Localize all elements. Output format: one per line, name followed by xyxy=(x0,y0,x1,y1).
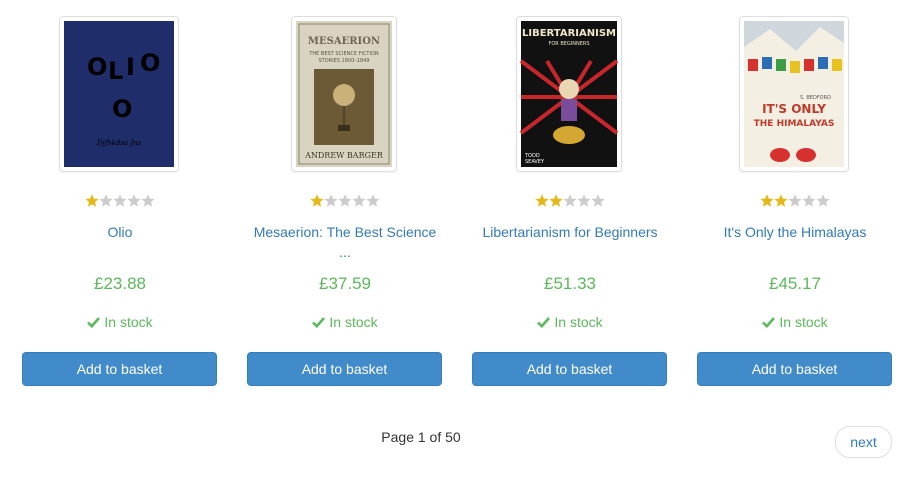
svg-text:MESAERION: MESAERION xyxy=(308,36,380,47)
svg-text:FOR BEGINNERS: FOR BEGINNERS xyxy=(548,41,589,47)
product-card: LIBERTARIANISM FOR BEGINNERS TODD SEAVEY… xyxy=(472,0,668,400)
svg-text:IT'S ONLY: IT'S ONLY xyxy=(762,102,826,116)
pagination-current: Page 1 of 50 xyxy=(381,429,461,445)
star-icon xyxy=(590,193,606,209)
star-rating xyxy=(22,193,218,209)
star-rating xyxy=(472,193,668,209)
availability-text: In stock xyxy=(104,314,153,330)
product-thumbnail[interactable]: O L I O O Djfhkdsa Jns xyxy=(59,16,179,172)
availability-text: In stock xyxy=(329,314,378,330)
availability: In stock xyxy=(247,313,443,331)
add-to-basket-button[interactable]: Add to basket xyxy=(697,352,892,386)
product-title-link[interactable]: Mesaerion: The Best Science ... xyxy=(247,222,443,262)
star-icon xyxy=(815,193,831,209)
product-card: S. BEDFORD IT'S ONLY THE HIMALAYAS It's … xyxy=(697,0,893,400)
star-icon xyxy=(365,193,381,209)
product-price: £45.17 xyxy=(769,274,821,293)
product-card: MESAERION THE BEST SCIENCE FICTION STORI… xyxy=(247,0,443,400)
availability: In stock xyxy=(472,313,668,331)
product-price: £51.33 xyxy=(544,274,596,293)
availability-text: In stock xyxy=(554,314,603,330)
product-thumbnail[interactable]: LIBERTARIANISM FOR BEGINNERS TODD SEAVEY xyxy=(516,16,622,172)
product-title-link[interactable]: Libertarianism for Beginners xyxy=(472,222,668,242)
product-grid: O L I O O Djfhkdsa Jns Olio £23.88 In st… xyxy=(0,0,912,400)
check-icon xyxy=(87,317,101,328)
product-price: £37.59 xyxy=(319,274,371,293)
product-title-link[interactable]: Olio xyxy=(22,222,218,242)
svg-text:ANDREW BARGER: ANDREW BARGER xyxy=(304,151,384,160)
star-rating xyxy=(697,193,893,209)
add-to-basket-button[interactable]: Add to basket xyxy=(472,352,667,386)
svg-text:O: O xyxy=(87,53,107,81)
check-icon xyxy=(312,317,326,328)
product-card: O L I O O Djfhkdsa Jns Olio £23.88 In st… xyxy=(22,0,218,400)
availability-text: In stock xyxy=(779,314,828,330)
next-page-button[interactable]: next xyxy=(835,426,892,458)
book-cover-image: LIBERTARIANISM FOR BEGINNERS TODD SEAVEY xyxy=(517,17,621,171)
book-cover-image: S. BEDFORD IT'S ONLY THE HIMALAYAS xyxy=(740,17,848,171)
svg-text:O: O xyxy=(140,49,160,77)
product-title-link[interactable]: It's Only the Himalayas xyxy=(697,222,893,242)
check-icon xyxy=(762,317,776,328)
svg-text:LIBERTARIANISM: LIBERTARIANISM xyxy=(522,28,616,39)
product-price: £23.88 xyxy=(94,274,146,293)
check-icon xyxy=(537,317,551,328)
availability: In stock xyxy=(22,313,218,331)
svg-text:STORIES 1800–1849: STORIES 1800–1849 xyxy=(319,58,370,64)
svg-text:Djfhkdsa Jns: Djfhkdsa Jns xyxy=(96,139,142,147)
book-cover-image: O L I O O Djfhkdsa Jns xyxy=(60,17,178,171)
svg-text:THE HIMALAYAS: THE HIMALAYAS xyxy=(754,119,835,129)
star-rating xyxy=(247,193,443,209)
svg-text:I: I xyxy=(126,53,135,81)
book-cover-image: MESAERION THE BEST SCIENCE FICTION STORI… xyxy=(292,17,396,171)
svg-text:S. BEDFORD: S. BEDFORD xyxy=(800,95,831,101)
svg-text:SEAVEY: SEAVEY xyxy=(525,159,545,165)
availability: In stock xyxy=(697,313,893,331)
add-to-basket-button[interactable]: Add to basket xyxy=(247,352,442,386)
product-thumbnail[interactable]: MESAERION THE BEST SCIENCE FICTION STORI… xyxy=(291,16,397,172)
svg-text:O: O xyxy=(112,95,132,123)
svg-text:L: L xyxy=(108,57,123,85)
svg-text:THE BEST SCIENCE FICTION: THE BEST SCIENCE FICTION xyxy=(308,51,379,57)
add-to-basket-button[interactable]: Add to basket xyxy=(22,352,217,386)
product-thumbnail[interactable]: S. BEDFORD IT'S ONLY THE HIMALAYAS xyxy=(739,16,849,172)
star-icon xyxy=(140,193,156,209)
